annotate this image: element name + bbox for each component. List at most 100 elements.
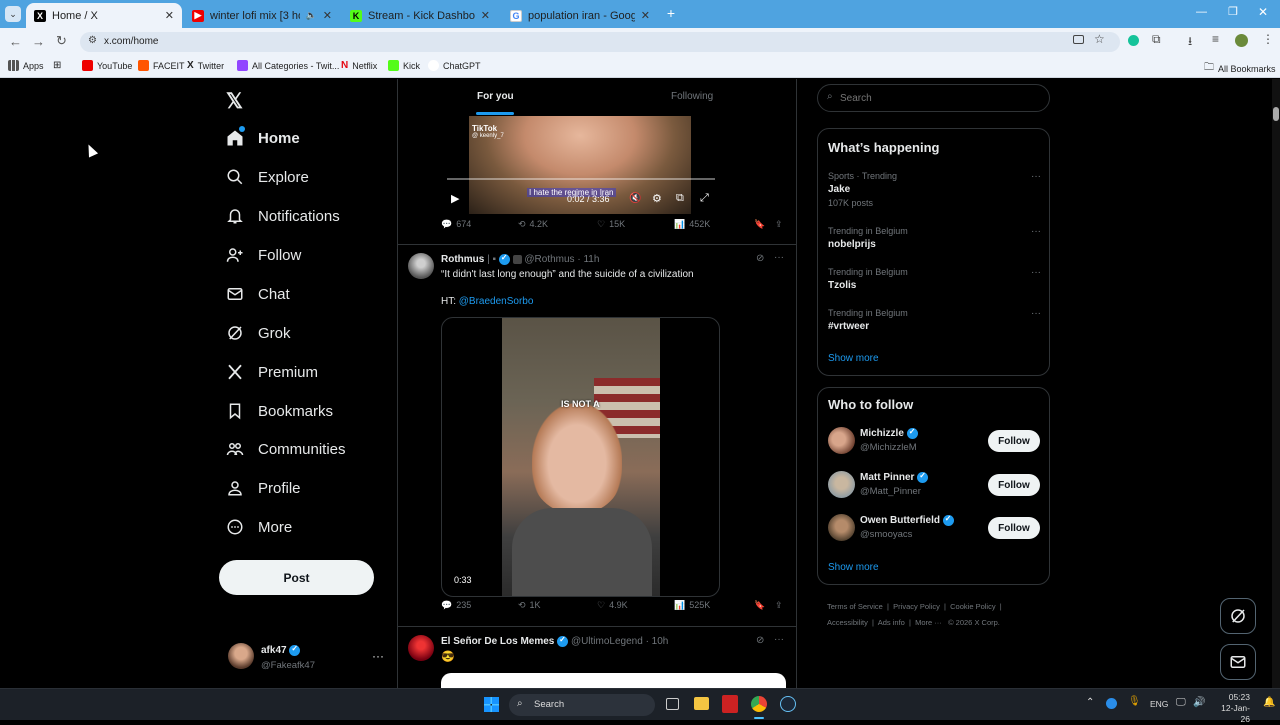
restore-button[interactable]: ❐ <box>1228 5 1238 18</box>
avatar[interactable] <box>408 635 434 661</box>
author-handle[interactable]: @UltimoLegend <box>571 636 643 647</box>
trend-more-icon[interactable]: ··· <box>1031 267 1041 278</box>
bookmark-netflix[interactable]: N Netflix <box>341 60 377 71</box>
bookmark-post-icon[interactable]: 🔖 <box>754 600 765 611</box>
nav-home[interactable]: Home <box>226 129 300 147</box>
trend-item[interactable]: Trending in Belgium #vrtweer ··· <box>828 308 1041 332</box>
trend-more-icon[interactable]: ··· <box>1031 171 1041 182</box>
minimize-button[interactable]: — <box>1196 6 1207 18</box>
steam-taskbar-icon[interactable] <box>780 696 796 712</box>
grok-post-icon[interactable]: ⊘ <box>756 635 764 646</box>
views-button[interactable]: 📊 525K <box>674 600 710 611</box>
notification-center-icon[interactable]: 🔔 <box>1263 697 1275 708</box>
windows-start-icon[interactable] <box>484 697 499 712</box>
tab-search-icon[interactable]: ⌄ <box>5 6 21 22</box>
follow-button[interactable]: Follow <box>988 517 1040 539</box>
page-scrollbar[interactable] <box>1272 79 1280 688</box>
trend-more-icon[interactable]: ··· <box>1031 308 1041 319</box>
trend-more-icon[interactable]: ··· <box>1031 226 1041 237</box>
reply-button[interactable]: 💬 235 <box>441 600 471 611</box>
media-app-icon[interactable] <box>722 695 738 713</box>
trend-item[interactable]: Sports · Trending Jake 107K posts ··· <box>828 171 1041 208</box>
reply-button[interactable]: 💬 674 <box>441 219 471 230</box>
tab-for-you[interactable]: For you <box>398 79 597 116</box>
avatar[interactable] <box>408 253 434 279</box>
nav-more[interactable]: More <box>226 518 292 536</box>
footer-link[interactable]: Accessibility <box>827 618 868 627</box>
fullscreen-icon[interactable]: ⤢ <box>700 192 709 205</box>
all-bookmarks[interactable]: 🗀 All Bookmarks <box>1204 60 1276 77</box>
grammarly-icon[interactable] <box>1128 35 1139 46</box>
bookmark-star-icon[interactable]: ☆ <box>1094 32 1105 46</box>
tray-app-icon[interactable] <box>1106 698 1117 709</box>
browser-tab-youtube[interactable]: ▶ winter lofi mix [3 hours] 🔈 ✕ <box>184 3 340 28</box>
back-icon[interactable]: ← <box>9 34 22 49</box>
bookmark-twitter[interactable]: X Twitter <box>187 60 224 71</box>
close-tab-icon[interactable]: ✕ <box>641 9 650 22</box>
like-button[interactable]: ♡ 4.9K <box>597 600 628 611</box>
browser-tab-google[interactable]: G population iran - Google Search ✕ <box>502 3 658 28</box>
settings-icon[interactable]: ⚙ <box>652 192 662 205</box>
chrome-taskbar-icon[interactable] <box>751 696 767 712</box>
grok-float-button[interactable] <box>1220 598 1256 634</box>
tab-following[interactable]: Following <box>597 79 796 116</box>
post-3-media[interactable] <box>441 673 786 688</box>
bookmark-post-icon[interactable]: 🔖 <box>754 219 765 230</box>
clock[interactable]: 05:23 12-Jan-26 <box>1212 692 1250 725</box>
like-button[interactable]: ♡ 15K <box>597 219 625 230</box>
grok-post-icon[interactable]: ⊘ <box>756 253 764 264</box>
browser-tab-x-home[interactable]: X Home / X ✕ <box>26 3 182 28</box>
volume-icon[interactable]: 🔊 <box>1193 697 1205 708</box>
play-icon[interactable]: ▶ <box>451 192 459 205</box>
tray-overflow-icon[interactable]: ⌃ <box>1086 697 1094 708</box>
share-icon[interactable]: ⇪ <box>775 219 783 230</box>
footer-link[interactable]: Terms of Service <box>827 602 883 611</box>
search-input[interactable] <box>840 90 1040 106</box>
nav-bookmarks[interactable]: Bookmarks <box>226 402 333 420</box>
address-bar[interactable]: ⚙ x.com/home <box>80 32 1120 52</box>
nav-communities[interactable]: Communities <box>226 440 346 458</box>
show-more-link[interactable]: Show more <box>828 353 879 364</box>
new-tab-button[interactable]: + <box>663 6 679 22</box>
video-progress-bar[interactable] <box>447 178 715 180</box>
author-name[interactable]: El Señor De Los Memes <box>441 636 554 647</box>
views-button[interactable]: 📊 452K <box>674 219 710 230</box>
post-1-video[interactable]: TikTok @ keenly_7 I hate the regime in I… <box>441 116 720 214</box>
bookmark-apps[interactable]: Apps <box>8 60 44 71</box>
mute-icon[interactable]: 🔇 <box>629 193 641 204</box>
nav-chat[interactable]: Chat <box>226 285 290 303</box>
footer-link[interactable]: More ··· <box>915 618 942 627</box>
task-view-icon[interactable] <box>666 698 679 710</box>
repost-button[interactable]: ⟲ 1K <box>518 600 541 611</box>
show-more-link[interactable]: Show more <box>828 562 879 573</box>
browser-tab-kick[interactable]: K Stream - Kick Dashboard ✕ <box>342 3 498 28</box>
follow-button[interactable]: Follow <box>988 430 1040 452</box>
taskbar-search[interactable]: ⌕ Search <box>509 694 655 716</box>
nav-premium[interactable]: Premium <box>226 363 318 381</box>
follow-button[interactable]: Follow <box>988 474 1040 496</box>
chrome-menu-icon[interactable]: ⋮ <box>1262 32 1274 46</box>
picture-in-picture-icon[interactable]: ⧉ <box>676 192 684 205</box>
share-icon[interactable]: ⇪ <box>775 600 783 611</box>
bookmark-chatgpt[interactable]: ChatGPT <box>428 60 481 71</box>
nav-notifications[interactable]: Notifications <box>226 207 340 225</box>
nav-grok[interactable]: Grok <box>226 324 291 342</box>
follow-suggestion[interactable]: Michizzle @MichizzleM Follow <box>818 426 1051 462</box>
close-tab-icon[interactable]: ✕ <box>165 9 174 22</box>
repost-button[interactable]: ⟲ 4.2K <box>518 219 548 230</box>
microphone-icon[interactable]: 🎙 <box>1128 696 1141 707</box>
footer-link[interactable]: Privacy Policy <box>893 602 940 611</box>
nav-explore[interactable]: Explore <box>226 168 309 186</box>
close-tab-icon[interactable]: ✕ <box>323 9 332 22</box>
speaker-icon[interactable]: 🔈 <box>306 10 317 21</box>
bookmark-tab-groups[interactable]: ⊞ <box>53 60 61 71</box>
post-more-icon[interactable]: ··· <box>774 252 784 263</box>
x-logo-icon[interactable]: 𝕏 <box>226 89 243 114</box>
language-indicator[interactable]: ENG <box>1150 699 1168 709</box>
mention-link[interactable]: @BraedenSorbo <box>459 296 534 307</box>
trend-item[interactable]: Trending in Belgium Tzolis ··· <box>828 267 1041 291</box>
more-dots-icon[interactable]: ··· <box>372 649 384 663</box>
post-button[interactable]: Post <box>219 560 374 595</box>
install-app-icon[interactable] <box>1073 35 1084 44</box>
search-box[interactable]: ⌕ <box>817 84 1050 112</box>
